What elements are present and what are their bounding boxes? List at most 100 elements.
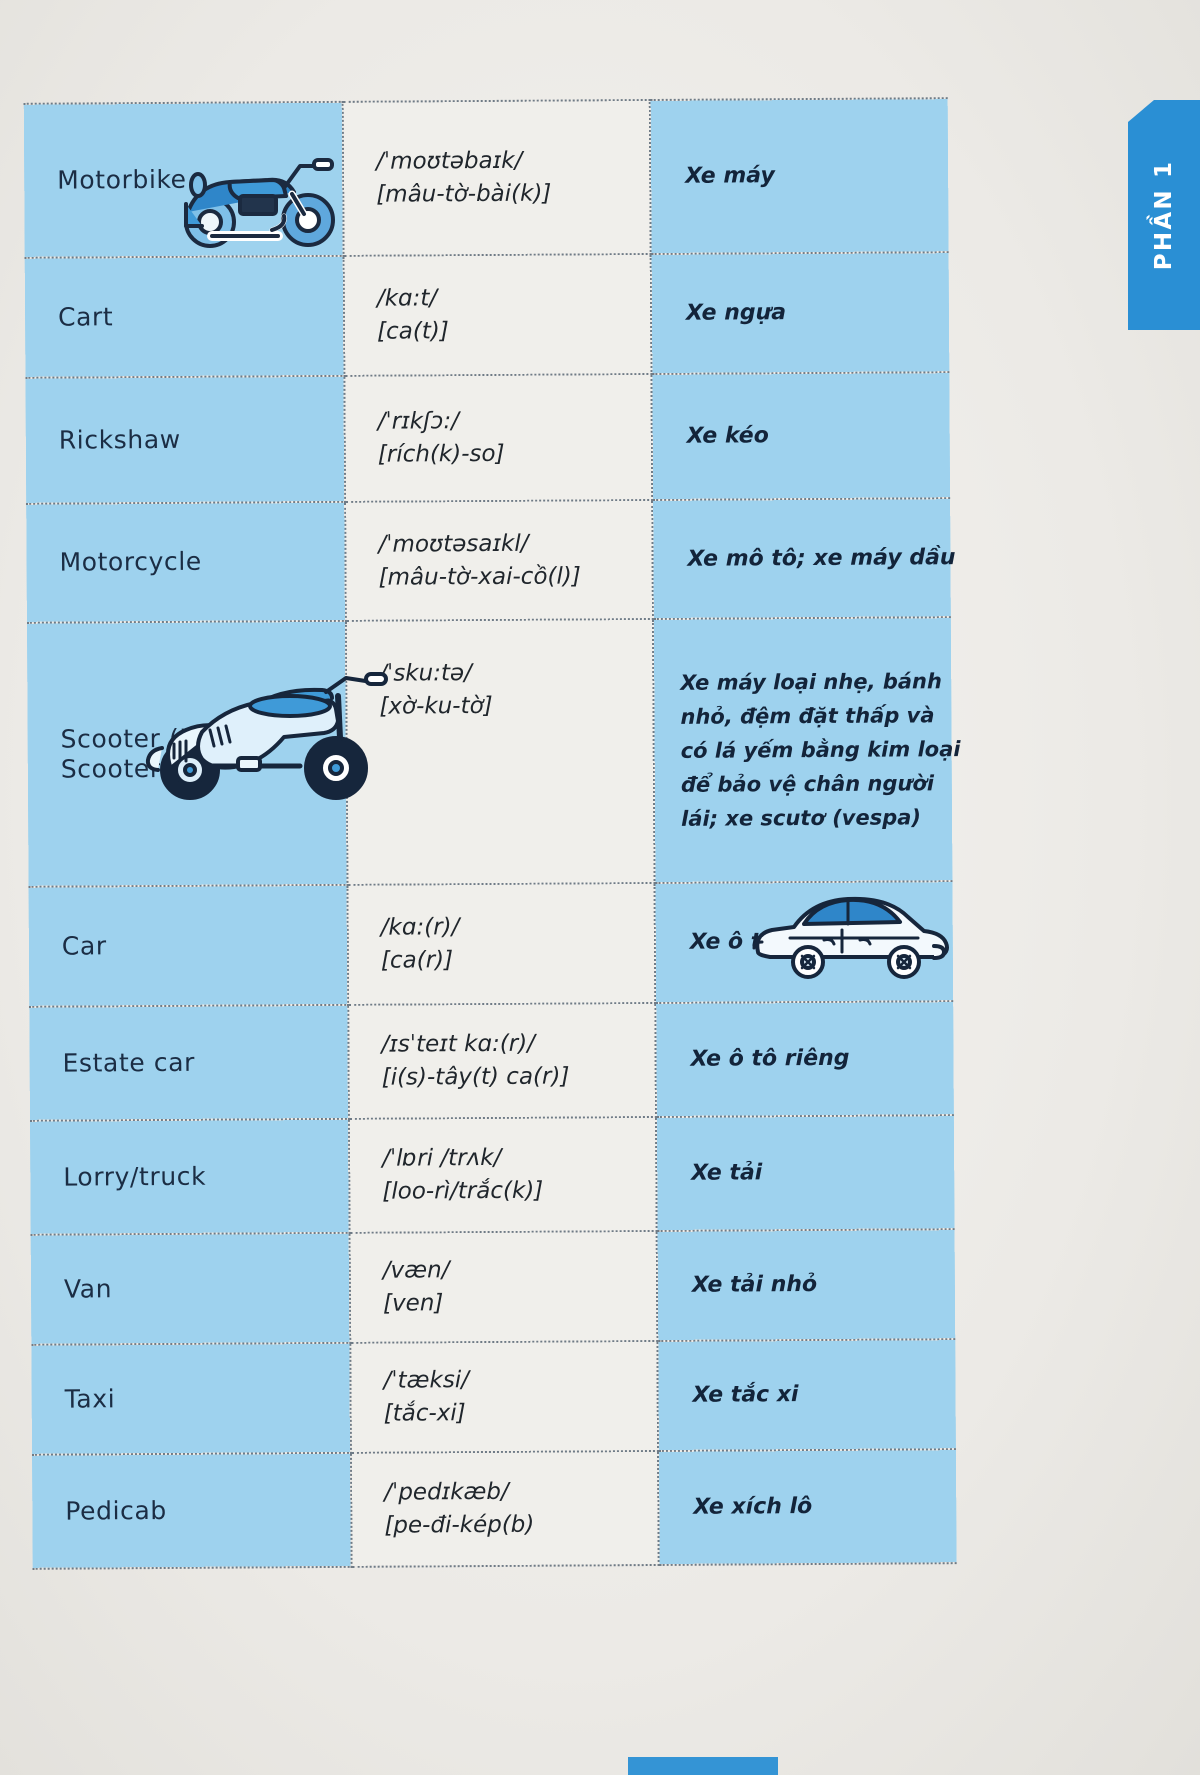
vocabulary-table: Motorbike /ˈmoʊtəbaɪk/ [mâu-tờ-bài(k)] X… [23,97,961,1570]
table-row: Van /væn/ [ven] Xe tải nhỏ [30,1229,956,1345]
meaning-line: Xe máy loại nhẹ, bánh [680,669,942,695]
meaning: Xe tải [657,1144,954,1201]
pronunciation: /ɪsˈteɪt kɑ:(r)/ [i(s)-tây(t) ca(r)] [349,1015,655,1106]
meaning: Xe tải nhỏ [658,1256,955,1313]
english-word-cell: Pedicab [31,1452,352,1569]
pronunciation-cell: /ˈtæksi/ [tắc-xi] [350,1340,658,1453]
pronunciation-cell: /kɑ:(r)/ [ca(r)] [347,882,656,1005]
english-word-cell: Car [28,884,349,1007]
english-word: Van [63,1274,113,1304]
ipa-text: /ˈpedɪkæb/ [384,1479,509,1506]
meaning-line: Xe xích lô [693,1494,813,1520]
english-word: Pedicab [65,1495,167,1526]
meaning: Xe xích lô [659,1478,956,1535]
meaning: Xe ô tô [656,913,953,970]
english-word: Estate car [62,1047,196,1078]
meaning-line: để bảo vệ chân người [680,771,935,797]
viet-phonetic-text: [mâu-tờ-xai-cồ(l)] [378,562,581,591]
ipa-text: /ˈlɒri /trʌk/ [382,1145,502,1172]
meaning: Xe tắc xi [658,1366,955,1423]
meaning-line: lái; xe scutơ (vespa) [681,805,922,831]
pronunciation: /ˈrɪkʃɔ:/ [rích(k)-so] [346,392,652,483]
english-word-cell: Estate car [29,1004,349,1121]
table-row: Motorbike /ˈmoʊtəbaɪk/ [mâu-tờ-bài(k)] X… [23,98,949,258]
meaning: Xe máy [651,147,948,204]
meaning-line: Xe tải [691,1160,763,1186]
meaning: Xe mô tô; xe máy dầu [653,530,955,587]
english-word: Taxi [64,1384,116,1414]
ipa-text: /kɑ:t/ [376,285,438,313]
pronunciation: /ˈpedɪkæb/ [pe-đi-kép(b) [352,1463,658,1554]
vocabulary-table-container: Motorbike /ˈmoʊtəbaɪk/ [mâu-tờ-bài(k)] X… [23,97,961,1569]
pronunciation-cell: /ˈrɪkʃɔ:/ [rích(k)-so] [344,373,653,502]
ipa-text: /væn/ [382,1257,450,1284]
meaning-cell: Xe máy loại nhẹ, bánh nhỏ, đệm đặt thấp … [652,617,961,883]
pronunciation: /ˈmoʊtəbaɪk/ [mâu-tờ-bài(k)] [344,132,650,223]
pronunciation-cell: /ˈsku:tə/ [xờ-ku-tờ] [345,618,655,885]
english-word: Motorbike [57,164,187,195]
table-row: Pedicab /ˈpedɪkæb/ [pe-đi-kép(b) Xe xích… [31,1449,957,1569]
pronunciation: /kɑ:(r)/ [ca(r)] [349,898,655,989]
english-word: Rickshaw [58,424,181,455]
pronunciation: /ˈmoʊtəsaɪkl/ [mâu-tờ-xai-cồ(l)] [346,515,652,606]
viet-phonetic-text: [loo-rì/trắc(k)] [382,1177,544,1205]
english-word-cell: Scooter (Motor Scooter) [26,620,348,887]
pronunciation-cell: /ˈpedɪkæb/ [pe-đi-kép(b) [350,1450,659,1567]
meaning-cell: Xe máy [649,98,949,254]
meaning: Xe máy loại nhẹ, bánh nhỏ, đệm đặt thấp … [654,654,961,846]
meaning: Xe ô tô riêng [656,1030,953,1087]
meaning: Xe kéo [653,407,950,464]
english-word: Lorry/truck [63,1161,207,1192]
english-word: Scooter (Motor Scooter) [60,722,255,784]
viet-phonetic-text: [ca(r)] [380,947,454,974]
meaning-cell: Xe tải nhỏ [656,1229,956,1341]
table-row: Lorry/truck /ˈlɒri /trʌk/ [loo-rì/trắc(k… [29,1115,955,1235]
meaning-cell: Xe mô tô; xe máy dầu [652,498,956,619]
ipa-text: /ˈmoʊtəsaɪkl/ [378,530,529,558]
meaning-line: Xe tắc xi [692,1382,799,1408]
section-tab[interactable]: PHẦN 1 [1128,100,1200,330]
meaning-cell: Xe ô tô [654,881,954,1003]
ipa-text: /ɪsˈteɪt kɑ:(r)/ [381,1031,536,1058]
pronunciation-cell: /ˈmoʊtəbaɪk/ [mâu-tờ-bài(k)] [342,99,651,256]
meaning-cell: Xe tải [655,1115,955,1231]
table-row: Car /kɑ:(r)/ [ca(r)] Xe ô tô [28,881,954,1007]
table-row: Cart /kɑ:t/ [ca(t)] Xe ngựa [24,252,950,378]
pronunciation-cell: /ˈmoʊtəsaɪkl/ [mâu-tờ-xai-cồ(l)] [345,499,653,621]
meaning: Xe ngựa [652,284,949,341]
english-word-cell: Lorry/truck [29,1118,350,1235]
viet-phonetic-text: [ca(t)] [377,318,449,345]
ipa-text: /kɑ:(r)/ [380,914,460,942]
pronunciation: /ˈlɒri /trʌk/ [loo-rì/trắc(k)] [350,1129,656,1220]
table-row: Rickshaw /ˈrɪkʃɔ:/ [rích(k)-so] Xe kéo [25,372,951,504]
viet-phonetic-text: [i(s)-tây(t) ca(r)] [381,1063,570,1091]
viet-phonetic-text: [mâu-tờ-bài(k)] [376,180,552,208]
meaning-cell: Xe tắc xi [657,1339,956,1451]
pronunciation-cell: /ɪsˈteɪt kɑ:(r)/ [i(s)-tây(t) ca(r)] [348,1002,656,1119]
meaning-line: có lá yếm bằng kim loại [680,737,961,763]
meaning-line: Xe kéo [686,423,769,449]
table-row: Taxi /ˈtæksi/ [tắc-xi] Xe tắc xi [31,1339,956,1455]
english-word-cell: Motorbike [23,101,344,258]
english-word-cell: Taxi [31,1342,351,1455]
english-word-cell: Cart [24,255,345,378]
meaning-cell: Xe ô tô riêng [655,1001,954,1117]
meaning-cell: Xe ngựa [650,252,950,374]
meaning-line: Xe máy [685,163,775,189]
pronunciation: /ˈsku:tə/ [xờ-ku-tờ] [347,620,653,735]
pronunciation: /kɑ:t/ [ca(t)] [345,269,651,360]
table-row: Motorcycle /ˈmoʊtəsaɪkl/ [mâu-tờ-xai-cồ(… [26,498,956,623]
meaning-line: Xe tải nhỏ [691,1272,818,1298]
section-tab-label: PHẦN 1 [1151,159,1177,271]
pronunciation-cell: /kɑ:t/ [ca(t)] [343,253,652,376]
viet-phonetic-text: [rích(k)-so] [377,440,505,468]
english-word-cell: Van [30,1232,351,1345]
pronunciation-cell: /ˈlɒri /trʌk/ [loo-rì/trắc(k)] [348,1116,657,1233]
viet-phonetic-text: [xờ-ku-tờ] [379,692,493,720]
viet-phonetic-text: [ven] [382,1290,444,1317]
pronunciation: /væn/ [ven] [351,1241,657,1332]
viet-phonetic-text: [tắc-xi] [383,1400,466,1427]
viet-phonetic-text: [pe-đi-kép(b) [384,1511,535,1539]
ipa-text: /ˈsku:tə/ [379,660,472,687]
meaning-line: Xe ô tô riêng [690,1045,850,1072]
